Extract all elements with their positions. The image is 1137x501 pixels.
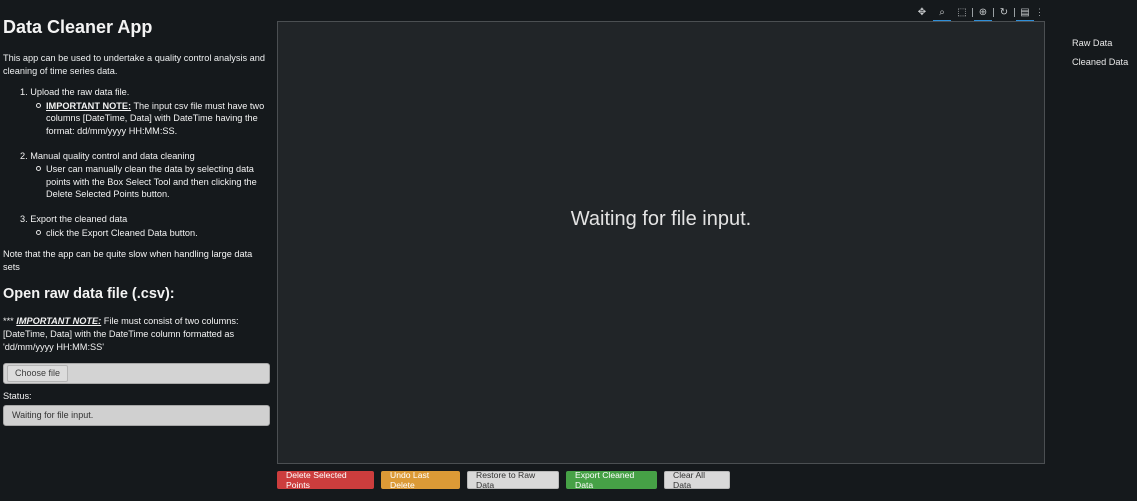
- plot-toolbar: ✥ ⌕ ⬚ ⊕ ↻ ▤ ⋮: [914, 4, 1044, 22]
- toolbar-separator: [972, 7, 973, 17]
- upload-heading: Open raw data file (.csv):: [3, 286, 175, 303]
- upload-note-label: IMPORTANT NOTE:: [16, 316, 102, 327]
- step-detail-text: User can manually clean the data by sele…: [46, 164, 257, 200]
- step-title: 1. Upload the raw data file.: [20, 87, 130, 98]
- reset-icon[interactable]: ↻: [996, 5, 1012, 19]
- step-item: 1. Upload the raw data file. IMPORTANT N…: [20, 86, 271, 137]
- restore-raw-data-button[interactable]: Restore to Raw Data: [467, 470, 559, 490]
- pan-icon[interactable]: ✥: [914, 5, 930, 19]
- upload-note-prefix: ***: [3, 316, 14, 327]
- action-buttons: Delete Selected Points Undo Last Delete …: [277, 470, 737, 490]
- step-detail: User can manually clean the data by sele…: [36, 163, 271, 201]
- export-cleaned-data-button[interactable]: Export Cleaned Data: [566, 470, 657, 490]
- undo-last-delete-button[interactable]: Undo Last Delete: [381, 470, 460, 490]
- plot-message: Waiting for file input.: [570, 208, 752, 230]
- app-title: Data Cleaner App: [3, 17, 153, 37]
- step-detail: IMPORTANT NOTE: The input csv file must …: [36, 100, 271, 138]
- choose-file-button[interactable]: Choose file: [7, 365, 69, 383]
- legend-item-cleaned-data[interactable]: Cleaned Data: [1072, 53, 1128, 72]
- status-label: Status:: [3, 391, 32, 402]
- delete-selected-points-button[interactable]: Delete Selected Points: [277, 470, 374, 490]
- more-options-icon[interactable]: ⋮: [1035, 7, 1044, 18]
- hover-icon[interactable]: ▤: [1016, 5, 1034, 22]
- intro-text: This app can be used to undertake a qual…: [3, 53, 266, 76]
- plot-area[interactable]: Waiting for file input.: [277, 21, 1045, 464]
- step-detail: click the Export Cleaned Data button.: [36, 227, 271, 240]
- step-item: 2. Manual quality control and data clean…: [20, 150, 271, 201]
- step-item: 3. Export the cleaned data click the Exp…: [20, 213, 271, 239]
- status-field: Waiting for file input.: [3, 404, 270, 426]
- lasso-select-icon[interactable]: ⊕: [974, 5, 992, 22]
- legend-item-raw-data[interactable]: Raw Data: [1072, 34, 1128, 53]
- toolbar-separator: [1014, 7, 1015, 17]
- step-title: 2. Manual quality control and data clean…: [20, 150, 195, 161]
- box-select-icon[interactable]: ⬚: [954, 5, 970, 19]
- step-title: 3. Export the cleaned data: [20, 213, 128, 224]
- upload-note: *** IMPORTANT NOTE: File must consist of…: [3, 315, 271, 353]
- clear-all-data-button[interactable]: Clear All Data: [664, 470, 730, 490]
- box-zoom-icon[interactable]: ⌕: [933, 5, 951, 22]
- steps-list: 1. Upload the raw data file. IMPORTANT N…: [3, 86, 271, 239]
- performance-note: Note that the app can be quite slow when…: [3, 249, 253, 272]
- left-panel: Data Cleaner App This app can be used to…: [3, 16, 271, 426]
- step-detail-text: click the Export Cleaned Data button.: [46, 227, 198, 238]
- file-input[interactable]: Choose file: [3, 363, 270, 385]
- page: Data Cleaner App This app can be used to…: [0, 0, 1137, 501]
- important-note-label: IMPORTANT NOTE:: [46, 100, 132, 111]
- toolbar-separator: [993, 7, 994, 17]
- legend: Raw Data Cleaned Data: [1072, 34, 1128, 71]
